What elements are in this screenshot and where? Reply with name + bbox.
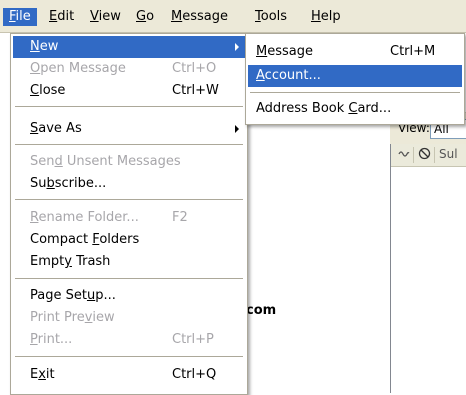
menu-separator <box>15 356 243 357</box>
thread-pane: Sul <box>390 144 466 393</box>
junk-status-icon[interactable] <box>418 147 431 163</box>
submenu-item-address-book-card[interactable]: Address Book Card... <box>248 98 462 120</box>
menu-separator <box>15 278 243 279</box>
file-menu: New Open Message Ctrl+O Close Ctrl+W Sav… <box>10 33 248 395</box>
menu-item-send-unsent-messages[interactable]: Send Unsent Messages <box>13 151 245 173</box>
menu-item-save-as[interactable]: Save As <box>13 118 245 140</box>
menu-item-exit[interactable]: Exit Ctrl+Q <box>13 364 245 386</box>
menu-item-rename-folder[interactable]: Rename Folder... F2 <box>13 207 245 229</box>
menu-edit[interactable]: Edit <box>43 8 80 26</box>
menu-go[interactable]: Go <box>130 8 160 26</box>
menu-tools[interactable]: Tools <box>249 8 293 26</box>
thread-icon[interactable] <box>397 147 411 164</box>
menu-message[interactable]: Message <box>165 8 234 26</box>
submenu-item-message[interactable]: Message Ctrl+M <box>248 41 462 63</box>
menu-separator <box>15 144 243 145</box>
menu-separator <box>250 92 460 93</box>
menu-item-print-preview[interactable]: Print Preview <box>13 307 245 329</box>
menu-separator <box>15 106 243 107</box>
menu-view[interactable]: View <box>84 8 127 26</box>
subject-column-header[interactable]: Sul <box>439 147 458 161</box>
menu-item-subscribe[interactable]: Subscribe... <box>13 173 245 195</box>
submenu-arrow-icon <box>235 125 239 133</box>
menu-item-empty-trash[interactable]: Empty Trash <box>13 251 245 273</box>
submenu-arrow-icon <box>235 43 239 51</box>
menu-item-compact-folders[interactable]: Compact Folders <box>13 229 245 251</box>
menu-separator <box>15 199 243 200</box>
menu-bar: File Edit View Go Message Tools Help <box>0 0 466 33</box>
menu-help[interactable]: Help <box>305 8 347 26</box>
account-name-text: com <box>246 303 277 318</box>
column-separator <box>434 147 435 163</box>
menu-file[interactable]: File <box>3 8 37 26</box>
thread-pane-header: Sul <box>391 144 466 167</box>
submenu-item-account[interactable]: Account... <box>248 65 462 87</box>
menu-item-close[interactable]: Close Ctrl+W <box>13 80 245 102</box>
menu-item-page-setup[interactable]: Page Setup... <box>13 285 245 307</box>
menu-item-new[interactable]: New <box>13 36 245 58</box>
menu-item-print[interactable]: Print... Ctrl+P <box>13 329 245 351</box>
new-submenu: Message Ctrl+M Account... Address Book C… <box>245 33 465 125</box>
column-separator <box>413 147 414 163</box>
menu-item-open-message[interactable]: Open Message Ctrl+O <box>13 58 245 80</box>
